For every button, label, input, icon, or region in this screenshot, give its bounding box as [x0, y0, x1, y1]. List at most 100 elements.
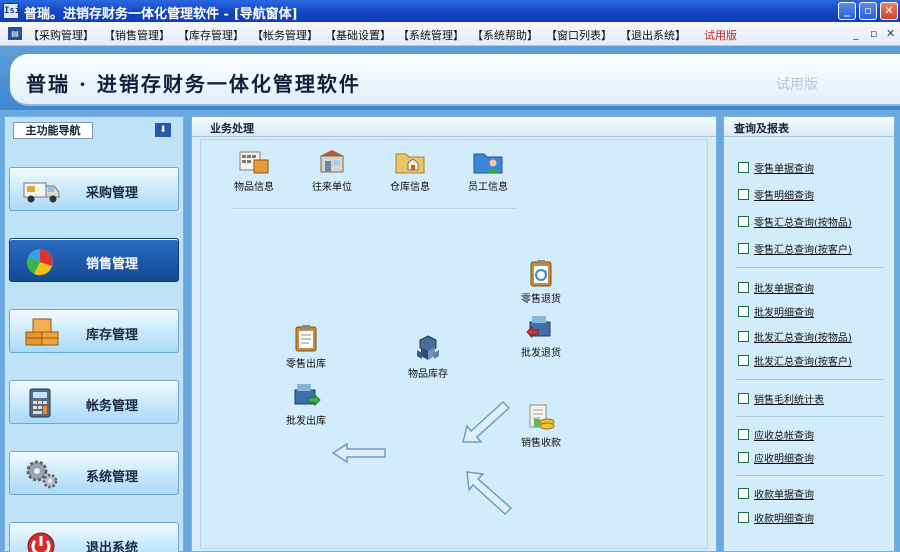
report-link[interactable]: 批发单据查询: [738, 280, 814, 296]
menu-basic-settings[interactable]: 【基础设置】: [325, 27, 391, 43]
toolbar-divider: [231, 208, 517, 209]
report-link[interactable]: 批发汇总查询(按客户): [738, 353, 852, 369]
boxes-icon: [25, 318, 59, 346]
nav-accounts-label: 帐务管理: [86, 399, 139, 414]
flow-inventory-label: 物品库存: [408, 369, 448, 380]
flow-inventory[interactable]: 物品库存: [393, 333, 463, 380]
report-sheet-icon: [738, 488, 749, 499]
gears-icon: [26, 460, 58, 489]
nav-header: 主功能导航: [13, 122, 93, 139]
tool-item-info[interactable]: 物品信息: [219, 148, 289, 193]
truck-icon: [23, 182, 60, 203]
minimize-button[interactable]: _: [838, 2, 856, 20]
nav-purchase-label: 采购管理: [86, 186, 139, 201]
power-icon: [27, 532, 55, 552]
report-divider: [736, 379, 884, 380]
report-sheet-icon: [738, 429, 749, 440]
report-divider: [736, 416, 884, 417]
business-canvas: 物品信息 往来单位 仓库信息 员工信息 零售出库 批发出库 物品库存 零售退货 …: [200, 139, 708, 549]
menu-sales[interactable]: 【销售管理】: [104, 27, 170, 43]
trial-badge: 试用版: [704, 29, 737, 42]
report-link[interactable]: 批发明细查询: [738, 304, 814, 320]
tool-partners[interactable]: 往来单位: [297, 148, 367, 193]
report-link[interactable]: 零售汇总查询(按客户): [738, 241, 852, 257]
nav-inventory[interactable]: 库存管理: [9, 309, 179, 353]
reports-panel: 查询及报表 零售单据查询 零售明细查询 零售汇总查询(按物品) 零售汇总查询(按…: [723, 116, 895, 552]
mdi-minimize-button[interactable]: _: [853, 27, 859, 40]
arrow-down-left-icon: [466, 471, 513, 516]
banner-trial-label: 试用版: [776, 77, 818, 93]
flow-retail-return[interactable]: 零售退货: [506, 258, 576, 305]
report-sheet-icon: [738, 216, 749, 227]
report-link[interactable]: 销售毛利统计表: [738, 391, 824, 407]
clipboard-icon: [295, 325, 317, 352]
tool-warehouse[interactable]: 仓库信息: [375, 148, 445, 193]
employee-folder-icon: [473, 153, 503, 174]
report-link[interactable]: 零售明细查询: [738, 187, 814, 203]
tool-item-info-label: 物品信息: [234, 182, 274, 193]
nav-purchase[interactable]: 采购管理: [9, 167, 179, 211]
report-sheet-icon: [738, 282, 749, 293]
flow-wholesale-return-label: 批发退货: [521, 348, 561, 359]
report-sheet-icon: [738, 355, 749, 366]
report-divider: [736, 475, 884, 476]
mdi-close-button[interactable]: ✕: [886, 27, 895, 40]
reports-header-label: 查询及报表: [734, 122, 789, 135]
flow-wholesale-out[interactable]: 批发出库: [271, 380, 341, 427]
menu-exit[interactable]: 【退出系统】: [620, 27, 686, 43]
report-link[interactable]: 批发汇总查询(按物品): [738, 329, 852, 345]
menu-help[interactable]: 【系统帮助】: [472, 27, 538, 43]
tool-employees[interactable]: 员工信息: [453, 148, 523, 193]
report-sheet-icon: [738, 452, 749, 463]
report-link[interactable]: 应收总帐查询: [738, 427, 814, 443]
calculator-icon: [29, 388, 51, 418]
menu-accounts[interactable]: 【帐务管理】: [252, 27, 318, 43]
report-link[interactable]: 收款单据查询: [738, 486, 814, 502]
report-sheet-icon: [738, 162, 749, 173]
menu-inventory[interactable]: 【库存管理】: [178, 27, 244, 43]
nav-exit[interactable]: 退出系统: [9, 522, 179, 552]
receipt-coins-icon: [529, 404, 555, 430]
report-link[interactable]: 收款明细查询: [738, 510, 814, 526]
register-return-icon: [526, 316, 551, 339]
nav-sales-label: 销售管理: [86, 257, 139, 272]
header-banner: 普瑞 · 进销存财务一体化管理软件 试用版: [0, 46, 900, 110]
report-sheet-icon: [738, 331, 749, 342]
window-titlebar: Isi 普瑞。进销存财务一体化管理软件 - [导航窗体] _ ▫ ✕: [0, 0, 900, 22]
pie-chart-icon: [26, 249, 53, 276]
close-button[interactable]: ✕: [880, 2, 898, 20]
flow-sales-receipt[interactable]: 销售收款: [506, 402, 576, 449]
nav-sales[interactable]: 销售管理: [9, 238, 179, 282]
flow-retail-out[interactable]: 零售出库: [271, 323, 341, 370]
mdi-restore-button[interactable]: ▫: [870, 27, 877, 40]
maximize-button[interactable]: ▫: [859, 2, 877, 20]
nav-collapse-button[interactable]: ⬇: [155, 123, 171, 137]
menu-system[interactable]: 【系统管理】: [398, 27, 464, 43]
flow-retail-out-label: 零售出库: [286, 359, 326, 370]
item-catalog-icon: [239, 151, 269, 174]
report-link[interactable]: 应收明细查询: [738, 450, 814, 466]
banner-panel: 普瑞 · 进销存财务一体化管理软件 试用版: [10, 54, 900, 106]
nav-inventory-label: 库存管理: [86, 328, 139, 343]
app-title: 普瑞 · 进销存财务一体化管理软件: [26, 72, 361, 96]
report-link[interactable]: 零售汇总查询(按物品): [738, 214, 852, 230]
nav-exit-label: 退出系统: [86, 541, 139, 552]
app-logo-icon: Isi: [3, 3, 20, 19]
menu-purchase[interactable]: 【采购管理】: [28, 27, 94, 43]
warehouse-folder-icon: [395, 153, 425, 174]
nav-accounts[interactable]: 帐务管理: [9, 380, 179, 424]
menu-bar: ▤ 【采购管理】 【销售管理】 【库存管理】 【帐务管理】 【基础设置】 【系统…: [0, 22, 900, 46]
report-sheet-icon: [738, 393, 749, 404]
flow-wholesale-return[interactable]: 批发退货: [506, 312, 576, 359]
return-clipboard-icon: [530, 260, 552, 287]
report-sheet-icon: [738, 243, 749, 254]
mdi-window-icon[interactable]: ▤: [8, 27, 22, 40]
reports-header: 查询及报表: [724, 117, 894, 137]
cubes-icon: [417, 335, 439, 360]
business-panel: 业务处理 物品信息 往来单位 仓库信息 员工信息 零售出库 批发出库 物品库存 …: [191, 116, 717, 552]
nav-system[interactable]: 系统管理: [9, 451, 179, 495]
report-sheet-icon: [738, 189, 749, 200]
menu-window-list[interactable]: 【窗口列表】: [546, 27, 612, 43]
tool-employees-label: 员工信息: [468, 182, 508, 193]
report-link[interactable]: 零售单据查询: [738, 160, 814, 176]
